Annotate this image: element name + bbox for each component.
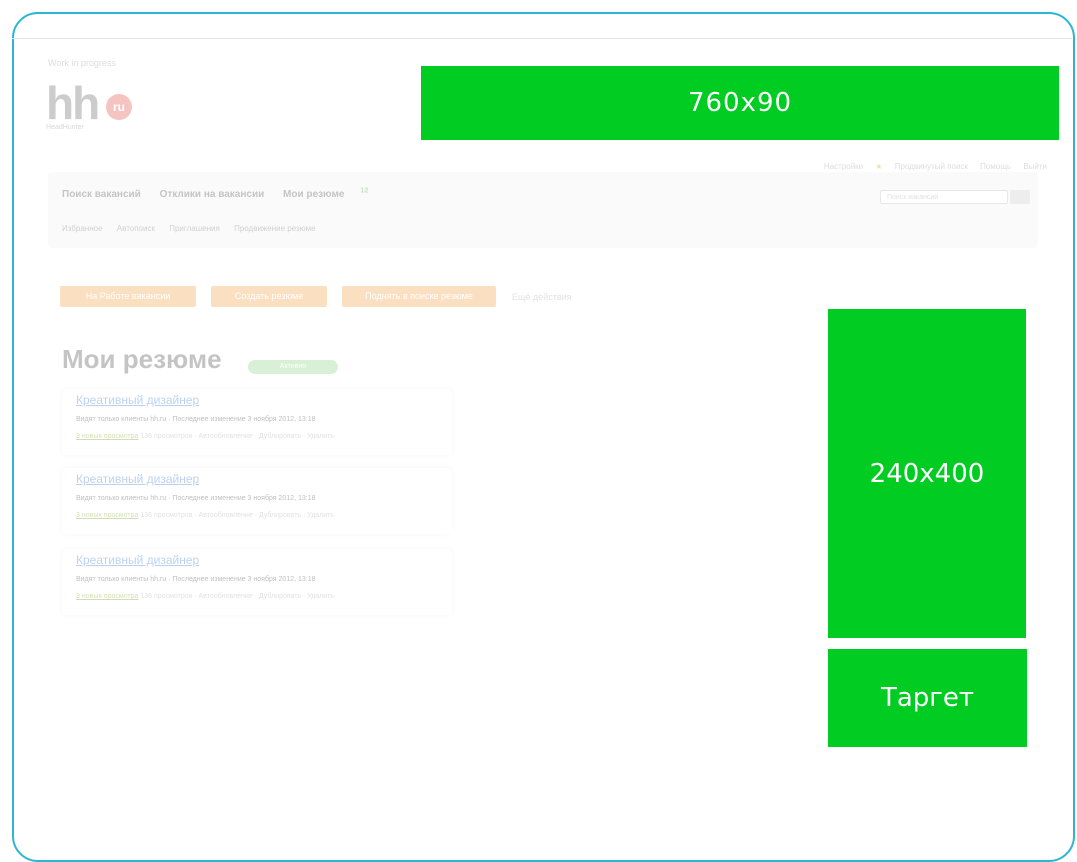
menu-help[interactable]: Помощь xyxy=(980,162,1011,171)
nav-job-search[interactable]: Поиск вакансий xyxy=(62,189,141,200)
action-button-2[interactable]: Создать резюме xyxy=(211,286,327,307)
resume-meta: Видят только клиенты hh.ru · Последнее и… xyxy=(76,576,316,583)
menu-settings[interactable]: Настройки xyxy=(824,162,863,171)
resume-title[interactable]: Креативный дизайнер xyxy=(76,472,199,486)
ad-banner-top[interactable]: 760x90 xyxy=(421,66,1059,140)
status-badge: Активно xyxy=(248,360,338,374)
resume-card[interactable]: Креативный дизайнер Видят только клиенты… xyxy=(62,549,452,615)
resume-title[interactable]: Креативный дизайнер xyxy=(76,393,199,407)
resume-views-link[interactable]: 3 новых просмотра xyxy=(76,593,138,600)
resume-views-link[interactable]: 3 новых просмотра xyxy=(76,512,138,519)
menu-logout[interactable]: Выйти xyxy=(1023,162,1047,171)
resume-card[interactable]: Креативный дизайнер Видят только клиенты… xyxy=(62,468,452,534)
resume-actions[interactable]: 136 просмотров · Автообновление · Дублир… xyxy=(140,512,334,519)
page-title: Мои резюме xyxy=(62,344,222,374)
subnav-autosearch[interactable]: Автопоиск xyxy=(117,224,155,233)
navigation-bar: Поиск вакансий Отклики на вакансии Мои р… xyxy=(48,172,1038,248)
tagline: Work in progress xyxy=(48,58,116,68)
resume-actions[interactable]: 136 просмотров · Автообновление · Дублир… xyxy=(140,433,334,440)
nav-my-resumes[interactable]: Мои резюме 12 xyxy=(283,188,369,201)
resume-meta: Видят только клиенты hh.ru · Последнее и… xyxy=(76,495,316,502)
resume-views-link[interactable]: 3 новых просмотра xyxy=(76,433,138,440)
subnav-invitations[interactable]: Приглашения xyxy=(169,224,220,233)
resume-card[interactable]: Креативный дизайнер Видят только клиенты… xyxy=(62,389,452,455)
subnav-favorites[interactable]: Избранное xyxy=(62,224,103,233)
nav-responses[interactable]: Отклики на вакансии xyxy=(160,189,265,200)
nav-badge: 12 xyxy=(360,188,369,195)
resume-meta: Видят только клиенты hh.ru · Последнее и… xyxy=(76,416,316,423)
resume-title[interactable]: Креативный дизайнер xyxy=(76,553,199,567)
logo-text: hh xyxy=(46,77,100,129)
resume-links: 3 новых просмотра 136 просмотров · Автоо… xyxy=(76,512,334,519)
user-menu: Настройки ★ Продвинутый поиск Помощь Вый… xyxy=(814,162,1047,171)
sub-nav: Избранное Автопоиск Приглашения Продвиже… xyxy=(62,224,328,233)
resume-links: 3 новых просмотра 136 просмотров · Автоо… xyxy=(76,593,334,600)
ad-banner-side[interactable]: 240x400 xyxy=(828,309,1026,638)
star-icon: ★ xyxy=(875,162,883,171)
resume-actions[interactable]: 136 просмотров · Автообновление · Дублир… xyxy=(140,593,334,600)
logo-subtitle: HeadHunter xyxy=(46,124,84,131)
resume-links: 3 новых просмотра 136 просмотров · Автоо… xyxy=(76,433,334,440)
search-button[interactable] xyxy=(1010,190,1030,204)
action-button-1[interactable]: На Работе вакансии xyxy=(60,286,196,307)
logo-badge: ru xyxy=(106,94,132,120)
action-button-3[interactable]: Поднять в поиске резюме xyxy=(342,286,496,307)
ad-banner-target[interactable]: Таргет xyxy=(828,649,1027,747)
search-input[interactable]: Поиск вакансий xyxy=(880,190,1008,204)
more-actions-link[interactable]: Ещё действия xyxy=(512,292,572,302)
main-nav: Поиск вакансий Отклики на вакансии Мои р… xyxy=(62,188,384,200)
subnav-promotion[interactable]: Продвижение резюме xyxy=(234,224,315,233)
menu-advanced-search[interactable]: Продвинутый поиск xyxy=(895,162,968,171)
nav-my-resumes-label: Мои резюме xyxy=(283,189,345,201)
